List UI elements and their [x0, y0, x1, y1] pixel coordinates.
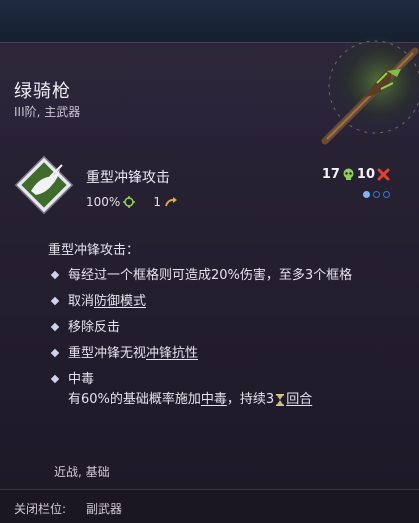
- effect-text: 每经过一个框格则可造成20%伤害，至多3个框格: [68, 268, 353, 283]
- tooltip-header: 绿骑枪 III阶, 主武器: [0, 37, 419, 145]
- bullet-diamond-icon: [50, 270, 60, 280]
- effect-item: 中毒 有60%的基础概率施加 中毒 ，持续3 回合: [48, 370, 398, 410]
- slot-value: 副武器: [86, 502, 123, 516]
- poison-title: 中毒: [68, 372, 95, 387]
- item-name: 绿骑枪: [14, 81, 71, 102]
- speed-arrow-icon: [165, 197, 177, 207]
- ability-row[interactable]: 重型冲锋攻击 100% 1 17 10: [14, 155, 406, 215]
- bullet-diamond-icon: [50, 296, 60, 306]
- slot-label: 关闭栏位:: [14, 502, 67, 516]
- lance-weapon-icon: [321, 37, 419, 145]
- poison-duration: ，持续3: [226, 392, 275, 407]
- effect-text: 移除反击: [68, 320, 121, 335]
- ability-stats: 100% 1: [86, 195, 178, 209]
- charge-resistance-link[interactable]: 冲锋抗性: [146, 346, 198, 361]
- effect-text: 取消: [68, 294, 95, 309]
- pip-empty: [373, 191, 380, 198]
- ability-tags: 近战, 基础: [54, 465, 110, 479]
- heavy-charge-attack-icon[interactable]: [14, 155, 74, 215]
- item-subtitle: III阶, 主武器: [14, 105, 81, 119]
- ability-pips: [363, 191, 390, 198]
- bullet-diamond-icon: [50, 348, 60, 358]
- poison-detail: 有60%的基础概率施加 中毒 ，持续3 回合: [68, 390, 398, 410]
- poison-text: 有60%的基础概率施加: [68, 392, 201, 407]
- tooltip-footer: 关闭栏位: 副武器: [0, 489, 419, 523]
- effect-item: 重型冲锋无视冲锋抗性: [48, 344, 398, 364]
- pip-empty: [383, 191, 390, 198]
- red-cross-icon: [377, 168, 390, 181]
- ability-description: 重型冲锋攻击： 每经过一个框格则可造成20%伤害，至多3个框格 取消防御模式 移…: [48, 239, 398, 416]
- pip-filled: [363, 191, 370, 198]
- speed-value: 1: [153, 195, 161, 209]
- effect-text: 重型冲锋无视: [68, 346, 147, 361]
- effect-item: 移除反击: [48, 318, 398, 338]
- guard-mode-link[interactable]: 防御模式: [94, 294, 146, 309]
- item-tooltip: 绿骑枪 III阶, 主武器 重型冲锋攻击 100% 1 17 10 重型冲锋攻击…: [0, 37, 419, 523]
- green-cost-value: 17: [321, 167, 340, 182]
- ability-name: 重型冲锋攻击: [86, 170, 170, 186]
- effect-list: 每经过一个框格则可造成20%伤害，至多3个框格 取消防御模式 移除反击 重型冲锋…: [48, 266, 398, 410]
- effect-item: 每经过一个框格则可造成20%伤害，至多3个框格: [48, 266, 398, 286]
- bullet-diamond-icon: [50, 374, 60, 384]
- poison-link[interactable]: 中毒: [201, 390, 227, 410]
- description-title: 重型冲锋攻击：: [48, 243, 140, 258]
- top-bar: [0, 0, 419, 42]
- accuracy-icon: [123, 196, 136, 208]
- bullet-diamond-icon: [50, 322, 60, 332]
- red-cost-value: 10: [356, 167, 375, 182]
- ability-cost: 17 10: [322, 167, 390, 182]
- effect-item: 取消防御模式: [48, 292, 398, 312]
- green-skull-icon: [343, 168, 354, 180]
- hourglass-icon: [276, 394, 285, 406]
- accuracy-value: 100%: [86, 195, 121, 209]
- turns-link[interactable]: 回合: [286, 390, 312, 410]
